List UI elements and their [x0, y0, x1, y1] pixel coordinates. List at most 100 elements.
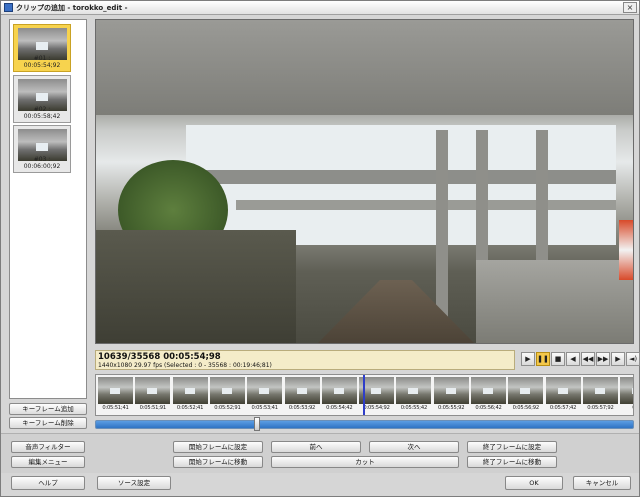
add-keyframe-button[interactable]: キーフレーム追加	[9, 403, 87, 415]
frame-thumbnail	[545, 377, 581, 404]
filmstrip-frame[interactable]: 0:05	[619, 376, 633, 415]
next-button[interactable]: 次へ	[369, 441, 459, 453]
fast-forward-icon: ▶▶	[597, 355, 609, 363]
clip-item-1[interactable]: #01 : 00:05:54;92	[13, 24, 71, 72]
timeline-slider-thumb[interactable]	[253, 417, 260, 431]
clip-item-2[interactable]: #02 : 00:05:58;42	[13, 75, 71, 123]
pause-icon: ❚❚	[537, 355, 549, 363]
frame-thumbnail	[396, 377, 432, 404]
frame-timecode: 0:05:52;91	[214, 405, 241, 411]
video-beam	[236, 200, 616, 210]
video-overpass	[96, 20, 633, 115]
video-wall	[96, 230, 296, 343]
frame-thumbnail	[284, 377, 320, 404]
filmstrip-frame[interactable]: 0:05:52;41	[172, 376, 209, 415]
clip-label: #02 : 00:05:58;42	[23, 106, 61, 120]
frame-timecode: 0:05:55;42	[400, 405, 428, 411]
ok-button[interactable]: OK	[505, 476, 563, 490]
play-icon: ▶	[525, 355, 531, 363]
video-track	[316, 280, 476, 343]
clip-label: #03 : 00:06:00;92	[23, 156, 61, 170]
edit-menu-button[interactable]: 編集メニュー	[11, 456, 85, 468]
volume-icon: ◄)	[628, 355, 638, 363]
stop-button[interactable]: ■	[551, 352, 565, 366]
frame-thumbnail	[582, 377, 618, 404]
video-sign	[619, 220, 633, 280]
playback-controls: ▶ ❚❚ ■ ◀ ◀◀ ▶▶ ▶ ◄)	[521, 352, 640, 366]
frame-thumbnail	[433, 377, 469, 404]
frame-timecode: 0:05:54;42	[326, 405, 353, 411]
set-start-frame-button[interactable]: 開始フレームに設定	[173, 441, 263, 453]
frame-timecode: 0:05:57;92	[587, 405, 614, 411]
filmstrip[interactable]: 0:05:51;41 0:05:51;91 0:05:52;41 0:05:52;91…	[95, 374, 634, 416]
help-button[interactable]: ヘルプ	[11, 476, 85, 490]
audio-filter-button[interactable]: 音声フィルター	[11, 441, 85, 453]
frame-timecode: 0:05	[619, 405, 633, 411]
frame-timecode: 0:05:57;42	[549, 405, 577, 411]
set-end-frame-button[interactable]: 終了フレームに設定	[467, 441, 557, 453]
frame-timecode: 0:05:51;91	[139, 405, 167, 411]
cancel-button[interactable]: キャンセル	[573, 476, 631, 490]
window-title: クリップの追加 - torokko_edit -	[16, 3, 128, 12]
frame-timecode: 0:05:53;41	[251, 405, 279, 411]
source-settings-button[interactable]: ソース設定	[97, 476, 171, 490]
frame-thumbnail	[135, 377, 171, 404]
play-button[interactable]: ▶	[521, 352, 535, 366]
pause-button[interactable]: ❚❚	[536, 352, 550, 366]
filmstrip-frame[interactable]: 0:05:55;92	[433, 376, 470, 415]
stop-icon: ■	[554, 355, 562, 363]
prev-button[interactable]: 前へ	[271, 441, 361, 453]
frame-thumbnail	[247, 377, 283, 404]
rewind-icon: ◀◀	[582, 355, 594, 363]
app-icon	[4, 3, 13, 12]
volume-button[interactable]: ◄)	[626, 352, 640, 366]
frame-thumbnail	[172, 377, 208, 404]
video-preview[interactable]	[95, 19, 634, 344]
filmstrip-frame[interactable]: 0:05:57;42	[545, 376, 582, 415]
frame-timecode: 0:05:56;42	[475, 405, 502, 411]
filmstrip-frame[interactable]: 0:05:56;92	[507, 376, 544, 415]
frame-timecode: 0:05:51;41	[102, 405, 129, 411]
frame-thumbnail	[209, 377, 245, 404]
playhead[interactable]	[363, 375, 365, 415]
delete-keyframe-button[interactable]: キーフレーム削除	[9, 417, 87, 429]
goto-end-frame-button[interactable]: 終了フレームに移動	[467, 456, 557, 468]
step-forward-button[interactable]: ▶	[611, 352, 625, 366]
frame-thumbnail	[508, 377, 544, 404]
frame-thumbnail	[321, 377, 357, 404]
filmstrip-frame[interactable]: 0:05:53;41	[246, 376, 283, 415]
frame-thumbnail	[471, 377, 506, 404]
filmstrip-frame[interactable]: 0:05:56;42	[470, 376, 507, 415]
video-sky	[186, 125, 616, 245]
frame-thumbnail	[98, 377, 133, 404]
filmstrip-frame[interactable]: 0:05:54;42	[321, 376, 358, 415]
filmstrip-frame[interactable]: 0:05:57;92	[582, 376, 619, 415]
filmstrip-frame[interactable]: 0:05:51;41	[97, 376, 134, 415]
filmstrip-frame[interactable]: 0:05:51;91	[134, 376, 171, 415]
cut-button[interactable]: カット	[271, 456, 459, 468]
frame-time: 10639/35568 00:05:54;98	[98, 352, 221, 362]
title-bar: クリップの追加 - torokko_edit - ×	[1, 1, 639, 15]
filmstrip-frame[interactable]: 0:05:53;92	[284, 376, 321, 415]
clip-list: #01 : 00:05:54;92 #02 : 00:05:58;42 #03 …	[9, 19, 87, 399]
video-details: 1440x1080 29.97 fps (Selected : 0 - 3556…	[98, 362, 272, 369]
frame-timecode: 0:05:56;92	[512, 405, 540, 411]
close-button[interactable]: ×	[623, 2, 637, 13]
close-icon: ×	[626, 3, 634, 12]
rewind-button[interactable]: ◀◀	[581, 352, 595, 366]
step-back-button[interactable]: ◀	[566, 352, 580, 366]
filmstrip-frame[interactable]: 0:05:55;42	[395, 376, 432, 415]
step-back-icon: ◀	[570, 355, 576, 363]
frame-timecode: 0:05:53;92	[288, 405, 316, 411]
frame-thumbnail	[620, 377, 633, 404]
timeline-slider[interactable]	[95, 420, 634, 429]
clip-item-3[interactable]: #03 : 00:06:00;92	[13, 125, 71, 173]
filmstrip-frame[interactable]: 0:05:52;91	[209, 376, 246, 415]
goto-start-frame-button[interactable]: 開始フレームに移動	[173, 456, 263, 468]
add-clip-window: クリップの追加 - torokko_edit - × #01 : 00:05:5…	[0, 0, 640, 497]
fast-forward-button[interactable]: ▶▶	[596, 352, 610, 366]
video-wall	[476, 260, 633, 343]
step-forward-icon: ▶	[615, 355, 621, 363]
frame-timecode: 0:05:55;92	[438, 405, 465, 411]
frame-timecode: 0:05:52;41	[176, 405, 204, 411]
